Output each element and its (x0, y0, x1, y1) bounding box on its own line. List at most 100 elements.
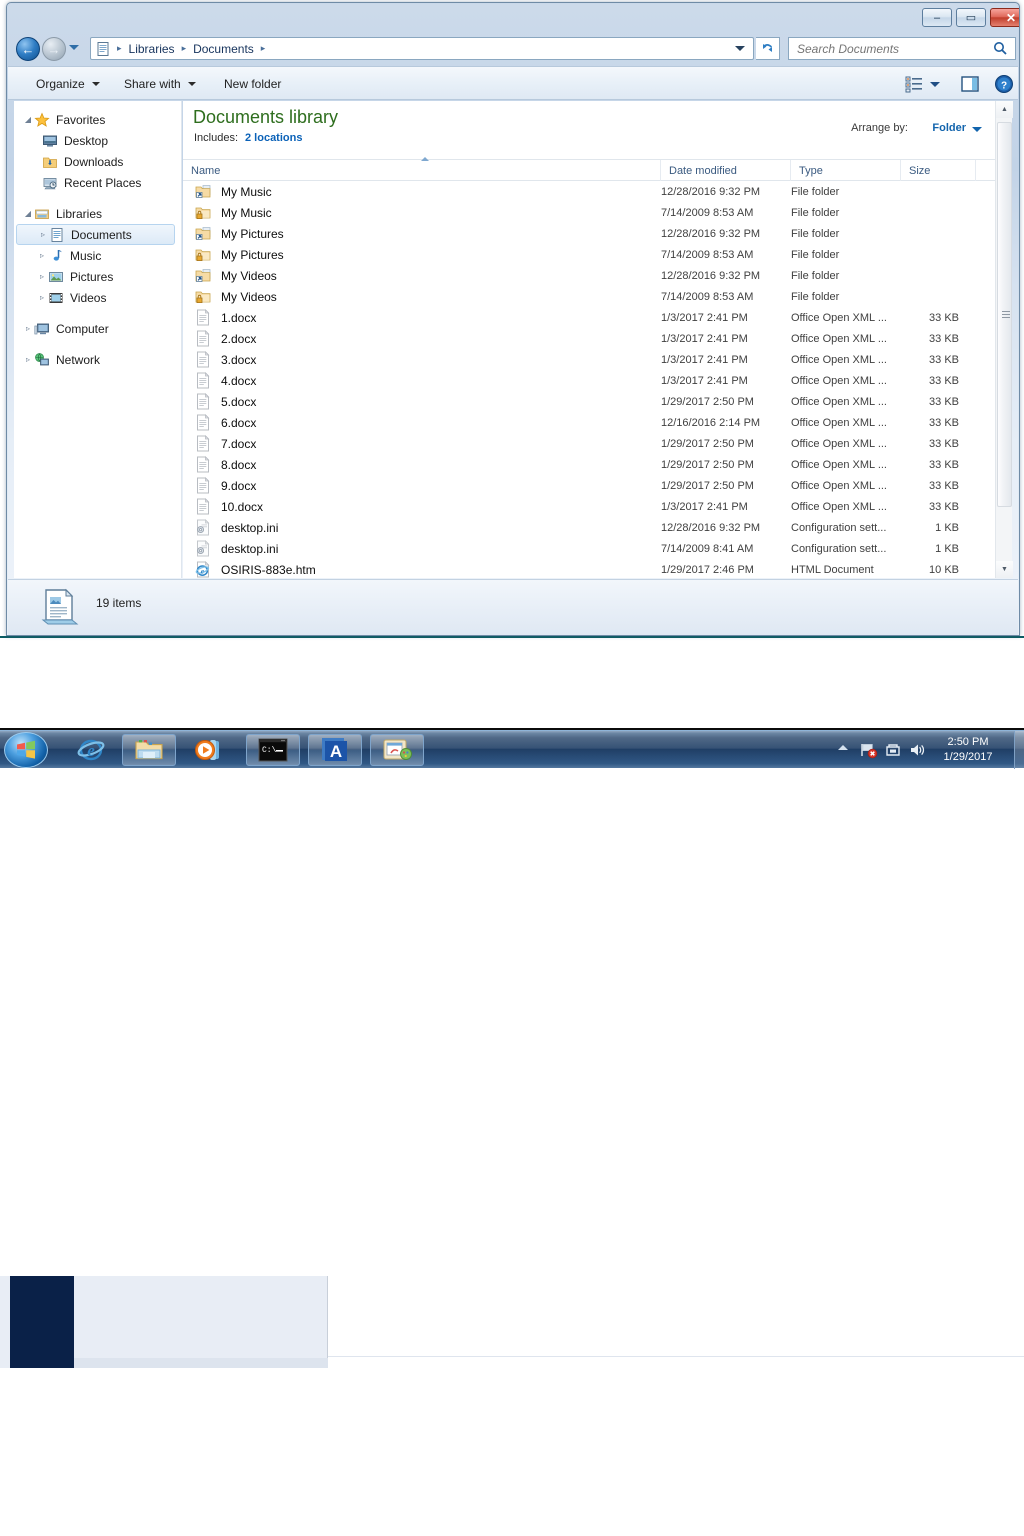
arrange-by-chevron-down-icon[interactable] (972, 127, 982, 132)
expand-triangle-icon[interactable]: ▹ (36, 272, 48, 281)
sidebar-group-favorites[interactable]: ◢ Favorites (14, 109, 181, 130)
table-row[interactable]: 10.docx 1/3/2017 2:41 PM Office Open XML .… (183, 496, 995, 517)
title-bar[interactable]: – ▭ ✕ (8, 4, 1019, 32)
view-list-icon[interactable] (904, 74, 924, 94)
background-window[interactable] (0, 636, 1024, 1368)
file-name-cell[interactable]: 8.docx (183, 456, 661, 473)
table-row[interactable]: My Pictures 7/14/2009 8:53 AM File folder (183, 244, 995, 265)
file-name-cell[interactable]: 10.docx (183, 498, 661, 515)
volume-icon[interactable] (908, 741, 926, 759)
show-desktop-button[interactable] (1014, 731, 1024, 769)
organize-button[interactable]: Organize (28, 73, 108, 95)
breadcrumb-separator[interactable]: ▸ (111, 43, 128, 54)
expand-triangle-icon[interactable]: ▹ (22, 355, 34, 364)
file-name-cell[interactable]: My Videos (183, 268, 661, 284)
breadcrumb-separator-trailing[interactable]: ▸ (255, 43, 272, 54)
file-list[interactable]: My Music 12/28/2016 9:32 PM File folder My … (183, 181, 995, 578)
scrollbar-thumb[interactable] (997, 122, 1012, 507)
background-window-sidebar[interactable] (10, 1276, 74, 1368)
column-header-name[interactable]: Name (183, 157, 661, 181)
file-name-cell[interactable]: desktop.ini (183, 540, 661, 557)
clock[interactable]: 2:50 PM 1/29/2017 (932, 735, 1004, 765)
file-name-cell[interactable]: 6.docx (183, 414, 661, 431)
table-row[interactable]: desktop.ini 7/14/2009 8:41 AM Configuratio… (183, 538, 995, 559)
breadcrumb-separator[interactable]: ▸ (176, 43, 193, 54)
sidebar-item-documents[interactable]: ▹ Documents (16, 224, 175, 245)
taskbar-button-windows-explorer[interactable] (122, 734, 176, 766)
expand-triangle-icon[interactable]: ▹ (36, 251, 48, 260)
help-icon[interactable]: ? (994, 74, 1014, 94)
file-name-cell[interactable]: My Music (183, 205, 661, 221)
file-name-cell[interactable]: desktop.ini (183, 519, 661, 536)
file-name-cell[interactable]: 4.docx (183, 372, 661, 389)
taskbar[interactable]: e C:\ A 2:50 PM 1/29/2017 (0, 730, 1024, 769)
table-row[interactable]: 7.docx 1/29/2017 2:50 PM Office Open XML .… (183, 433, 995, 454)
search-box[interactable] (788, 37, 1016, 60)
file-name-cell[interactable]: 1.docx (183, 309, 661, 326)
close-button[interactable]: ✕ (990, 8, 1019, 27)
collapse-triangle-icon[interactable]: ◢ (22, 209, 34, 218)
start-button[interactable] (4, 732, 48, 768)
table-row[interactable]: 5.docx 1/29/2017 2:50 PM Office Open XML .… (183, 391, 995, 412)
table-row[interactable]: desktop.ini 12/28/2016 9:32 PM Configurati… (183, 517, 995, 538)
sidebar-item-desktop[interactable]: Desktop (14, 130, 181, 151)
maximize-button[interactable]: ▭ (956, 8, 986, 27)
sidebar-item-downloads[interactable]: Downloads (14, 151, 181, 172)
expand-triangle-icon[interactable]: ▹ (37, 230, 49, 239)
file-name-cell[interactable]: My Videos (183, 289, 661, 305)
scroll-up-button[interactable]: ▲ (996, 101, 1013, 118)
vertical-scrollbar[interactable]: ▲ ▼ (995, 101, 1013, 578)
sidebar-group-libraries[interactable]: ◢ Libraries (14, 203, 181, 224)
table-row[interactable]: 9.docx 1/29/2017 2:50 PM Office Open XML .… (183, 475, 995, 496)
taskbar-button-app-a[interactable]: A (308, 734, 362, 766)
table-row[interactable]: 8.docx 1/29/2017 2:50 PM Office Open XML .… (183, 454, 995, 475)
navigation-pane[interactable]: ◢ Favorites Desktop Downloads Recent Pla… (14, 101, 182, 578)
table-row[interactable]: My Videos 12/28/2016 9:32 PM File folder (183, 265, 995, 286)
taskbar-button-command-prompt[interactable]: C:\ (246, 734, 300, 766)
expand-triangle-icon[interactable]: ▹ (36, 293, 48, 302)
breadcrumb-documents[interactable]: Documents (192, 42, 255, 56)
sidebar-item-pictures[interactable]: ▹ Pictures (14, 266, 181, 287)
column-header-size[interactable]: Size (901, 160, 976, 181)
includes-locations-link[interactable]: 2 locations (245, 132, 302, 144)
address-bar[interactable]: ▸ Libraries ▸ Documents ▸ (90, 37, 754, 60)
column-header-type[interactable]: Type (791, 160, 901, 181)
table-row[interactable]: 4.docx 1/3/2017 2:41 PM Office Open XML ..… (183, 370, 995, 391)
show-hidden-icons-icon[interactable] (838, 745, 848, 750)
taskbar-button-windows-media-player[interactable] (182, 734, 236, 766)
search-icon[interactable] (993, 41, 1008, 56)
table-row[interactable]: 1.docx 1/3/2017 2:41 PM Office Open XML ..… (183, 307, 995, 328)
minimize-button[interactable]: – (922, 8, 952, 27)
table-row[interactable]: 6.docx 12/16/2016 2:14 PM Office Open XML … (183, 412, 995, 433)
sidebar-item-computer[interactable]: ▹ Computer (14, 318, 181, 339)
column-header-date-modified[interactable]: Date modified (661, 160, 791, 181)
file-name-cell[interactable]: My Pictures (183, 226, 661, 242)
taskbar-button-paint[interactable] (370, 734, 424, 766)
sidebar-item-music[interactable]: ▹ Music (14, 245, 181, 266)
table-row[interactable]: 3.docx 1/3/2017 2:41 PM Office Open XML ..… (183, 349, 995, 370)
file-name-cell[interactable]: e OSIRIS-883e.htm (183, 561, 661, 578)
file-name-cell[interactable]: My Pictures (183, 247, 661, 263)
back-button[interactable]: ← (16, 37, 40, 61)
search-input[interactable] (797, 41, 993, 56)
table-row[interactable]: My Videos 7/14/2009 8:53 AM File folder (183, 286, 995, 307)
recent-pages-chevron-down-icon[interactable] (69, 45, 79, 50)
sidebar-item-videos[interactable]: ▹ Videos (14, 287, 181, 308)
file-name-cell[interactable]: 5.docx (183, 393, 661, 410)
file-name-cell[interactable]: 7.docx (183, 435, 661, 452)
table-row[interactable]: My Music 7/14/2009 8:53 AM File folder (183, 202, 995, 223)
arrange-by-value[interactable]: Folder (932, 122, 966, 134)
network-error-icon[interactable] (860, 741, 878, 759)
new-folder-button[interactable]: New folder (216, 73, 289, 95)
explorer-window[interactable]: – ▭ ✕ ← → ▸ Libraries ▸ Documents ▸ Sear… (6, 2, 1020, 636)
table-row[interactable]: e OSIRIS-883e.htm 1/29/2017 2:46 PM HTML Do… (183, 559, 995, 578)
breadcrumb-libraries[interactable]: Libraries (128, 42, 176, 56)
table-row[interactable]: My Pictures 12/28/2016 9:32 PM File folder (183, 223, 995, 244)
preview-pane-icon[interactable] (960, 74, 980, 94)
forward-button[interactable]: → (42, 37, 66, 61)
file-list-pane[interactable]: Documents library Includes: 2 locations … (183, 101, 1013, 578)
view-options-chevron-down-icon[interactable] (930, 82, 940, 87)
sidebar-item-recent-places[interactable]: Recent Places (14, 172, 181, 193)
share-with-button[interactable]: Share with (116, 73, 204, 95)
file-name-cell[interactable]: My Music (183, 184, 661, 200)
